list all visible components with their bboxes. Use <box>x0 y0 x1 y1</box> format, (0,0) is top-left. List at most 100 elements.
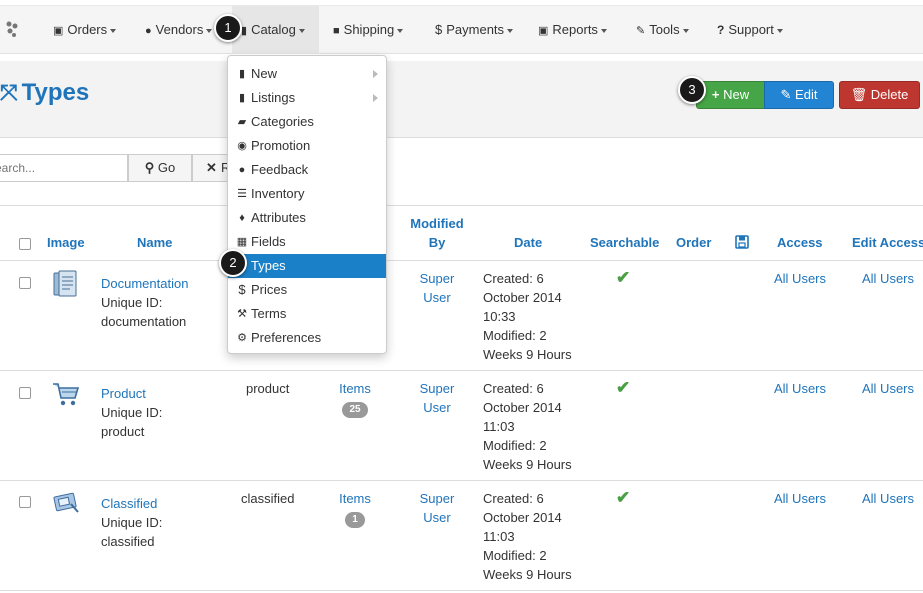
access-link[interactable]: All Users <box>774 489 826 508</box>
menu-item-attributes[interactable]: ♦ Attributes <box>228 206 386 230</box>
modified-by-link-line1[interactable]: Super <box>419 379 455 398</box>
edit-access-link[interactable]: All Users <box>862 269 914 288</box>
nav-vendors[interactable]: ● Vendors <box>145 6 213 54</box>
menu-item-promotion[interactable]: ◉ Promotion <box>228 134 386 158</box>
searchable-check-icon[interactable]: ✔ <box>616 488 630 507</box>
reports-icon: ▣ <box>538 25 549 37</box>
go-button[interactable]: ⚲ Go <box>128 154 192 182</box>
edit-access-link[interactable]: All Users <box>862 489 914 508</box>
items-link[interactable]: Items <box>338 379 372 398</box>
menu-item-fields[interactable]: ▦ Fields <box>228 230 386 254</box>
folder-open-icon: ▰ <box>237 116 247 128</box>
dollar-icon: $ <box>238 282 246 297</box>
date-line: Created: 6 <box>483 271 544 286</box>
types-icon: ⤧ <box>0 80 18 105</box>
column-header-name[interactable]: Name <box>137 235 172 250</box>
edit-button-label: Edit <box>795 87 818 102</box>
delete-button[interactable]: 🗑︎ Delete <box>839 81 920 109</box>
items-link[interactable]: Items <box>338 489 372 508</box>
trash-icon: 🗑︎ <box>850 87 871 102</box>
question-icon: ? <box>717 23 725 37</box>
menu-item-terms[interactable]: ⚒ Terms <box>228 302 386 326</box>
row-checkbox[interactable] <box>19 496 31 508</box>
modified-by-link-line1[interactable]: Super <box>419 489 455 508</box>
column-header-modified-by-line2: By <box>428 235 446 250</box>
nav-tools[interactable]: ✎ Tools <box>636 6 689 54</box>
menu-item-preferences[interactable]: ⚙ Preferences <box>228 326 386 350</box>
column-header-order[interactable]: Order <box>676 235 711 250</box>
date-line: October 2014 <box>483 400 562 415</box>
date-line: Weeks 9 Hours <box>483 457 572 472</box>
table-header-border <box>0 260 923 261</box>
nav-support[interactable]: ? Support <box>717 6 783 54</box>
access-link[interactable]: All Users <box>774 269 826 288</box>
modified-by-link-line2[interactable]: User <box>419 288 455 307</box>
searchable-check-icon[interactable]: ✔ <box>616 378 630 397</box>
documentation-icon <box>53 270 77 297</box>
step-1-callout: 1 <box>214 14 242 42</box>
user-icon: ● <box>145 25 152 37</box>
search-input[interactable] <box>0 155 115 181</box>
row-name-cell: Product Unique ID: product <box>101 384 162 441</box>
row-divider <box>0 590 923 591</box>
chevron-right-icon <box>373 70 378 78</box>
new-button[interactable]: + New <box>696 81 765 109</box>
column-header-edit-access[interactable]: Edit Access <box>852 235 923 250</box>
edit-button[interactable]: ✎ Edit <box>764 81 834 109</box>
date-line: Modified: 2 <box>483 548 547 563</box>
save-order-icon[interactable] <box>735 235 749 249</box>
type-name-link[interactable]: Documentation <box>101 274 188 293</box>
date-line: 11:03 <box>483 529 515 544</box>
unique-id-label: Unique ID: <box>101 405 163 420</box>
menu-item-categories[interactable]: ▰ Categories <box>228 110 386 134</box>
menu-item-new[interactable]: ▮ New <box>228 62 386 86</box>
menu-item-feedback[interactable]: ● Feedback <box>228 158 386 182</box>
list-icon: ☰ <box>237 188 247 200</box>
type-name-link[interactable]: Classified <box>101 494 162 513</box>
menu-item-listings[interactable]: ▮ Listings <box>228 86 386 110</box>
caret-down-icon <box>776 28 783 33</box>
unique-id-value: product <box>101 424 145 439</box>
column-header-date[interactable]: Date <box>514 235 542 250</box>
modified-by-link-line2[interactable]: User <box>419 398 455 417</box>
column-header-modified-by[interactable]: Modified By <box>407 216 467 250</box>
edit-icon: ✎ <box>780 87 796 102</box>
delete-button-label: Delete <box>870 87 909 102</box>
menu-item-prices[interactable]: $ Prices <box>228 278 386 302</box>
alias-cell: product <box>246 381 290 396</box>
date-line: 10:33 <box>483 309 516 324</box>
modified-by-link-line2[interactable]: User <box>419 508 455 527</box>
logo-icon[interactable] <box>4 20 20 38</box>
search-box <box>0 154 128 182</box>
nav-catalog[interactable]: ▮ Catalog <box>232 6 319 54</box>
nav-orders[interactable]: ▣ Orders <box>53 6 117 54</box>
select-all-checkbox[interactable] <box>19 238 31 250</box>
comment-icon: ● <box>238 164 246 176</box>
menu-item-label: New <box>251 66 278 81</box>
row-checkbox[interactable] <box>19 277 31 289</box>
modified-by-cell: Super User <box>419 489 455 527</box>
modified-by-link-line1[interactable]: Super <box>419 269 455 288</box>
searchable-check-icon[interactable]: ✔ <box>616 268 630 287</box>
column-header-searchable[interactable]: Searchable <box>590 235 659 250</box>
edit-access-link[interactable]: All Users <box>862 379 914 398</box>
column-header-image[interactable]: Image <box>47 235 85 250</box>
row-checkbox[interactable] <box>19 387 31 399</box>
items-count-badge: 25 <box>342 402 368 418</box>
bookmark-icon: ▮ <box>238 92 246 104</box>
nav-reports[interactable]: ▣ Reports <box>538 6 607 54</box>
nav-payments[interactable]: $ Payments <box>435 6 514 54</box>
reset-button[interactable]: ✕Reset <box>192 154 232 182</box>
date-cell: Created: 6 October 2014 10:33 Modified: … <box>483 269 572 364</box>
access-link[interactable]: All Users <box>774 379 826 398</box>
nav-shipping[interactable]: ■ Shipping <box>333 6 404 54</box>
menu-item-types[interactable]: ⤧Types <box>228 254 386 278</box>
column-header-access[interactable]: Access <box>777 235 823 250</box>
menu-item-label: Terms <box>251 306 287 321</box>
date-cell: Created: 6 October 2014 11:03 Modified: … <box>483 489 572 584</box>
nav-reports-label: Reports <box>552 22 598 37</box>
date-line: Weeks 9 Hours <box>483 567 572 582</box>
menu-item-inventory[interactable]: ☰ Inventory <box>228 182 386 206</box>
nav-tools-label: Tools <box>649 22 680 37</box>
type-name-link[interactable]: Product <box>101 384 162 403</box>
